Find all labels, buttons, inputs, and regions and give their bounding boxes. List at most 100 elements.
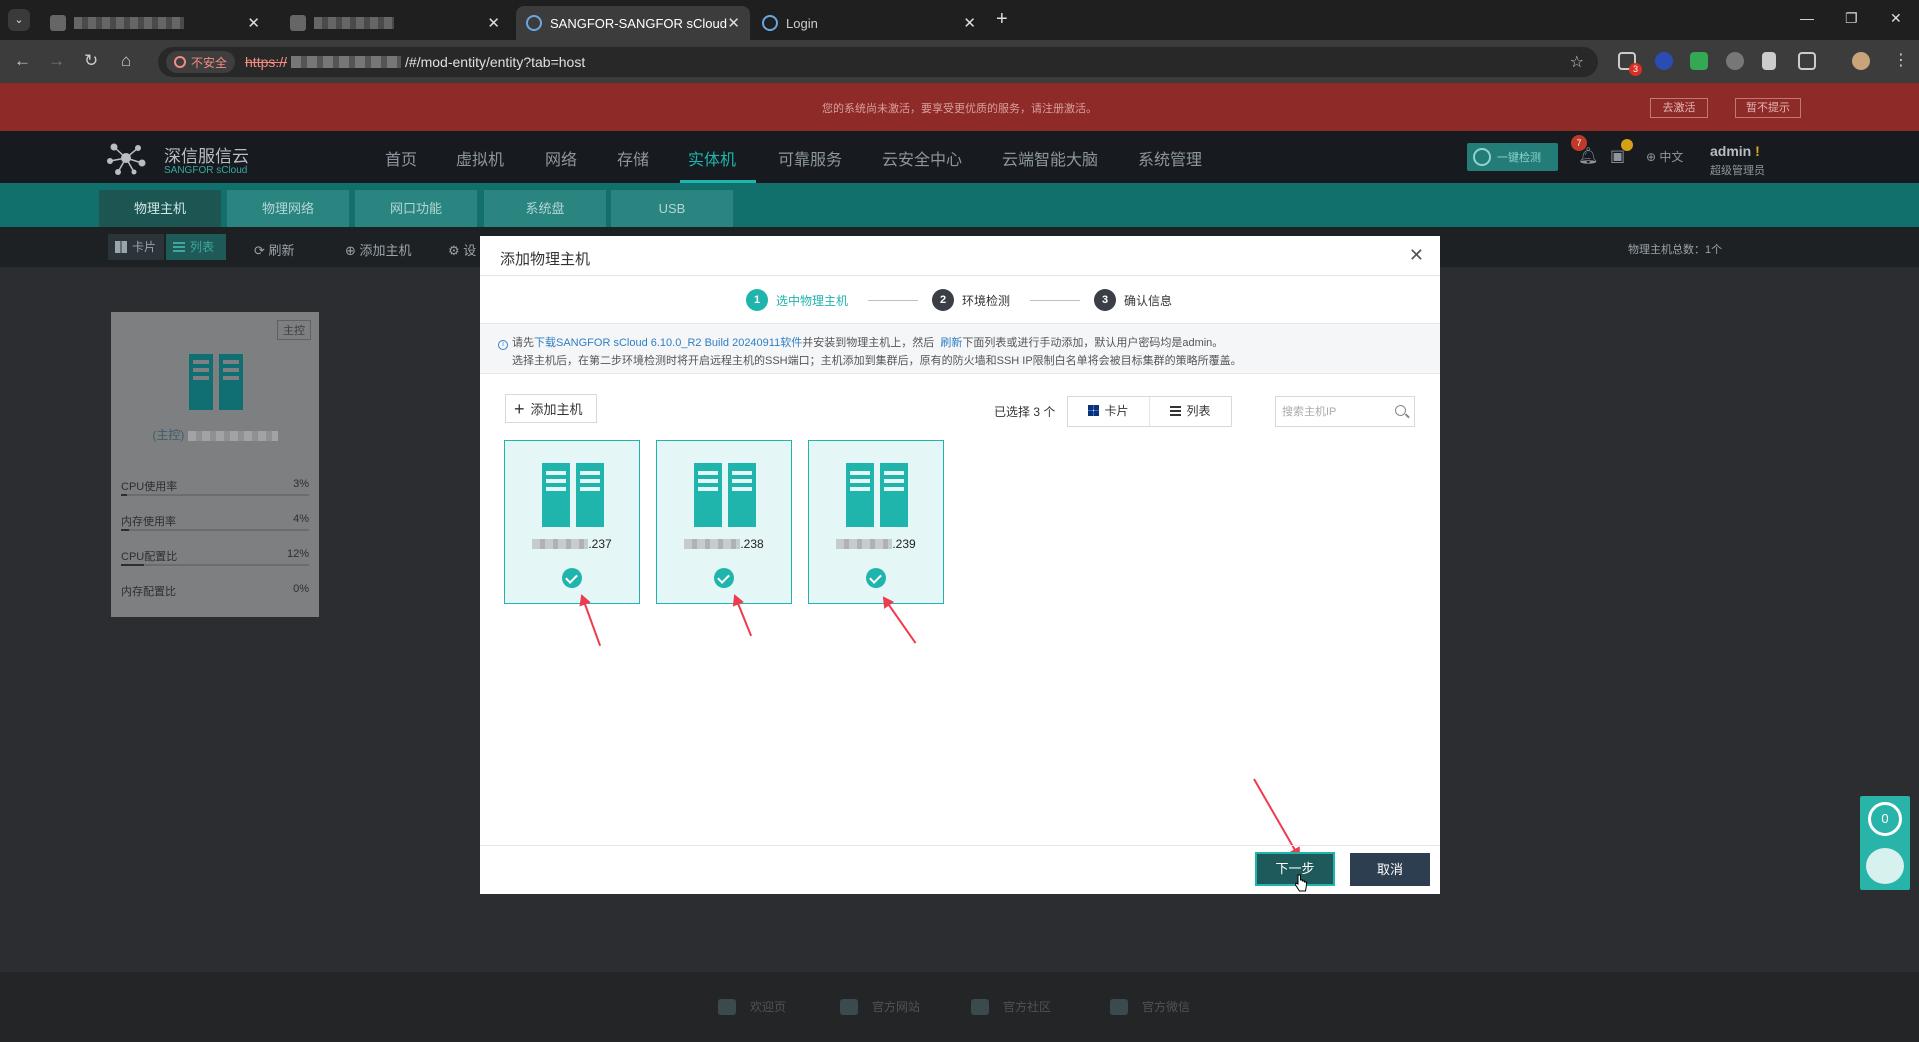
tab-close-icon[interactable]: ✕ (247, 14, 260, 32)
app-header: 深信服信云 SANGFOR sCloud 首页 虚拟机 网络 存储 实体机 可靠… (0, 131, 1919, 183)
nav-physical[interactable]: 实体机 (688, 146, 736, 170)
tab-search-icon[interactable]: ⌄ (8, 9, 30, 31)
wizard-steps: 1 选中物理主机 2 环境检测 3 确认信息 (480, 276, 1440, 324)
language-switch[interactable]: ⊕ 中文 (1646, 148, 1683, 165)
footer-wechat-link[interactable]: 官方微信 (1110, 998, 1190, 1015)
server-icon (846, 463, 908, 527)
refresh-button[interactable]: ⟳ 刷新 (254, 240, 295, 259)
tab-physical-host[interactable]: 物理主机 (99, 190, 221, 227)
dialog-card-view-button[interactable]: 卡片 (1068, 397, 1149, 426)
nav-network[interactable]: 网络 (545, 146, 577, 170)
host-card-239[interactable]: .239 (808, 440, 944, 604)
assistant-icon[interactable] (1866, 848, 1904, 884)
cancel-button[interactable]: 取消 (1350, 853, 1430, 886)
browser-tab-1[interactable]: ✕ (40, 6, 270, 40)
security-indicator[interactable]: 不安全 (166, 51, 236, 73)
metric-bar (121, 494, 309, 496)
extension-icon[interactable] (1726, 52, 1744, 70)
task-badge (1621, 139, 1633, 151)
wechat-icon (1110, 998, 1128, 1015)
tab-title: Login (786, 15, 818, 31)
new-tab-icon[interactable]: + (996, 9, 1008, 29)
host-card-237[interactable]: .237 (504, 440, 640, 604)
tab-close-icon[interactable]: ✕ (963, 14, 976, 32)
nav-ai-brain[interactable]: 云端智能大脑 (1002, 146, 1098, 170)
task-counter[interactable]: 0 (1868, 802, 1902, 836)
activate-button[interactable]: 去激活 (1650, 98, 1708, 118)
add-host-button[interactable]: ⊕ 添加主机 (345, 240, 412, 259)
browser-tab-login[interactable]: Login ✕ (752, 6, 986, 40)
selected-count: 已选择 3 个 (994, 405, 1056, 419)
step-connector (1030, 300, 1080, 301)
search-input[interactable] (1276, 397, 1386, 426)
document-icon[interactable] (1762, 52, 1776, 70)
tab-close-icon[interactable]: ✕ (727, 14, 740, 32)
dialog-add-host-button[interactable]: + 添加主机 (505, 394, 597, 423)
restore-icon[interactable]: ❐ (1845, 10, 1858, 27)
bookmark-star-icon[interactable]: ☆ (1570, 52, 1584, 72)
banner-message: 您的系统尚未激活，要享受更优质的服务，请注册激活。 (822, 103, 1097, 115)
tab-title-redacted (314, 17, 394, 29)
nav-reliability[interactable]: 可靠服务 (778, 146, 842, 170)
nav-home[interactable]: 首页 (385, 146, 417, 170)
shield-icon[interactable] (1690, 52, 1708, 70)
footer-website-link[interactable]: 官方网站 (840, 998, 920, 1015)
minimize-icon[interactable]: — (1800, 10, 1814, 26)
chat-icon (971, 998, 989, 1015)
selected-check-icon[interactable] (866, 568, 886, 588)
tab-close-icon[interactable]: ✕ (487, 14, 500, 32)
host-card-primary[interactable]: 主控 (主控) CPU使用率 3% 内存使用率 4% CPU配置比 12% 内存配置比… (111, 312, 319, 617)
tab-physical-network[interactable]: 物理网络 (227, 190, 349, 227)
window-close-icon[interactable]: ✕ (1890, 10, 1902, 27)
browser-tab-sangfor[interactable]: SANGFOR-SANGFOR sCloud ✕ (516, 6, 750, 40)
nav-system[interactable]: 系统管理 (1138, 146, 1202, 170)
extension-icon[interactable] (1655, 52, 1673, 70)
forward-icon[interactable]: → (48, 51, 65, 71)
one-click-check-button[interactable]: 一键检测 (1467, 143, 1558, 171)
footer-welcome-link[interactable]: 欢迎页 (718, 998, 786, 1015)
dismiss-button[interactable]: 暂不提示 (1735, 98, 1801, 118)
list-icon (173, 242, 185, 252)
metric-bar (121, 564, 309, 566)
tab-system-disk[interactable]: 系统盘 (484, 190, 606, 227)
reload-icon[interactable]: ↻ (84, 51, 98, 71)
host-ip: .237 (505, 537, 639, 551)
logo-title: 深信服信云 (164, 147, 249, 166)
puzzle-icon[interactable] (1798, 52, 1816, 70)
footer-community-link[interactable]: 官方社区 (971, 998, 1051, 1015)
settings-button[interactable]: ⚙ 设 (448, 240, 476, 259)
side-assistant-widget[interactable]: 0 (1860, 796, 1910, 890)
nav-storage[interactable]: 存储 (617, 146, 649, 170)
selected-check-icon[interactable] (562, 568, 582, 588)
nav-vm[interactable]: 虚拟机 (456, 146, 504, 170)
footer: 欢迎页 官方网站 官方社区 官方微信 (0, 972, 1919, 1042)
ip-prefix-redacted (532, 539, 589, 549)
search-icon[interactable] (1395, 405, 1406, 416)
download-link[interactable]: 下载SANGFOR sCloud 6.10.0_R2 Build 2024091… (534, 337, 802, 349)
step-confirm: 3 确认信息 (1094, 289, 1172, 311)
menu-kebab-icon[interactable]: ⋮ (1893, 50, 1909, 70)
back-icon[interactable]: ← (14, 51, 31, 71)
dialog-list-view-button[interactable]: 列表 (1149, 397, 1231, 426)
grid-icon (115, 241, 127, 253)
dialog-close-icon[interactable]: ✕ (1409, 245, 1424, 266)
tab-nic-function[interactable]: 网口功能 (355, 190, 477, 227)
browser-tab-2[interactable]: ✕ (280, 6, 510, 40)
url-field[interactable]: 不安全 https:// /#/mod-entity/entity?tab=ho… (158, 47, 1598, 77)
nav-security[interactable]: 云安全中心 (882, 146, 962, 170)
warning-icon (174, 56, 186, 68)
user-name[interactable]: admin ! (1710, 143, 1760, 159)
check-icon (1473, 148, 1491, 166)
home-icon[interactable]: ⌂ (121, 51, 131, 71)
host-card-238[interactable]: .238 (656, 440, 792, 604)
selected-check-icon[interactable] (714, 568, 734, 588)
tab-usb[interactable]: USB (611, 190, 733, 227)
metric-mem-ratio: 内存配置比 0% (121, 583, 309, 598)
list-view-button[interactable]: 列表 (166, 234, 226, 260)
avatar[interactable] (1852, 52, 1870, 70)
list-icon (1170, 406, 1182, 416)
card-view-button[interactable]: 卡片 (108, 234, 164, 260)
refresh-link[interactable]: 刷新 (940, 337, 962, 349)
host-ip: .239 (809, 537, 943, 551)
welcome-icon (718, 998, 736, 1015)
